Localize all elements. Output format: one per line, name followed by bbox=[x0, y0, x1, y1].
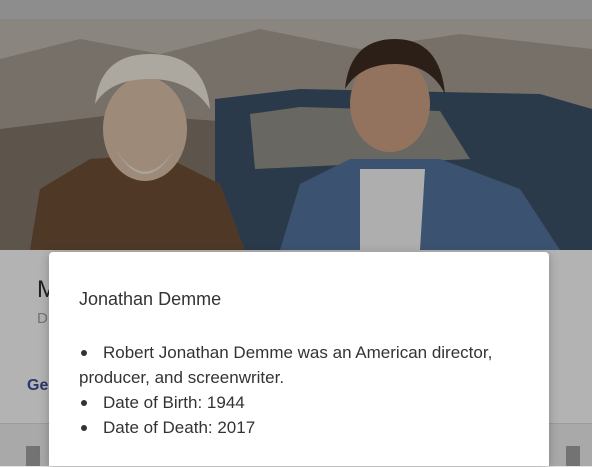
list-item: Date of Death: 2017 bbox=[79, 415, 529, 440]
list-item: Date of Birth: 1944 bbox=[79, 390, 529, 415]
person-info-popup: Jonathan Demme Robert Jonathan Demme was… bbox=[49, 252, 549, 466]
list-item: Robert Jonathan Demme was an American di… bbox=[79, 340, 529, 390]
person-name: Jonathan Demme bbox=[79, 289, 222, 309]
person-details-list: Robert Jonathan Demme was an American di… bbox=[79, 340, 529, 440]
